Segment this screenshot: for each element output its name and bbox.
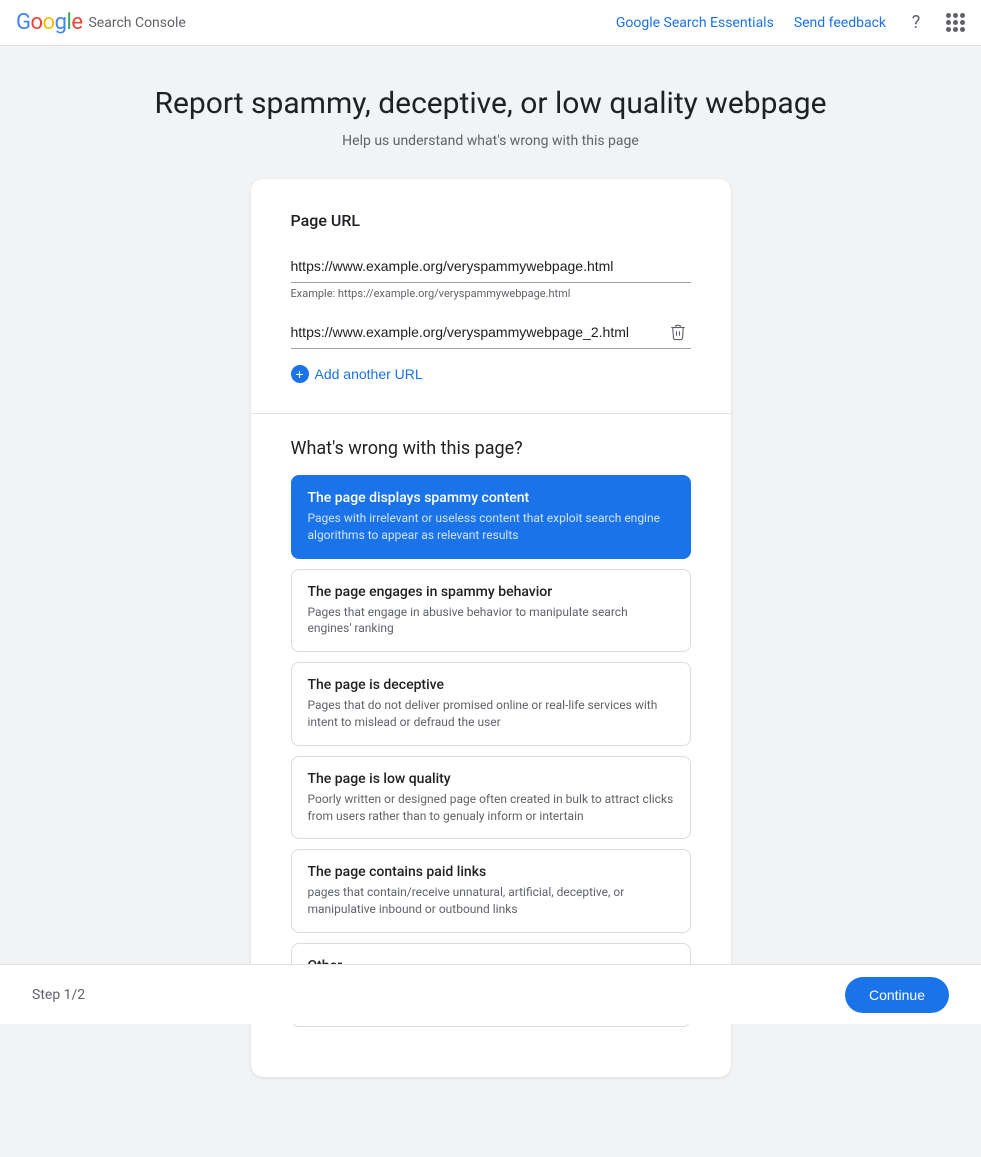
url-input-1-wrapper: [291, 250, 691, 283]
url-example-text: Example: https://example.org/veryspammyw…: [291, 287, 691, 300]
google-search-essentials-link[interactable]: Google Search Essentials: [616, 15, 774, 31]
header: Google Search Console Google Search Esse…: [0, 0, 981, 46]
help-icon[interactable]: ?: [906, 13, 926, 33]
product-name: Search Console: [88, 15, 185, 31]
page-title: Report spammy, deceptive, or low quality…: [155, 86, 827, 121]
option-paid-links[interactable]: The page contains paid links pages that …: [291, 849, 691, 933]
option-deceptive[interactable]: The page is deceptive Pages that do not …: [291, 662, 691, 746]
google-wordmark: Google: [16, 10, 82, 35]
url-input-1[interactable]: [291, 250, 691, 283]
footer: Step 1/2 Continue: [0, 964, 981, 1024]
add-url-button[interactable]: + Add another URL: [291, 365, 423, 383]
option-title-low-quality: The page is low quality: [308, 771, 674, 787]
option-title-paid-links: The page contains paid links: [308, 864, 674, 880]
option-title-spammy-behavior: The page engages in spammy behavior: [308, 584, 674, 600]
step-label: Step 1/2: [32, 987, 85, 1003]
add-icon: +: [291, 365, 309, 383]
options-list: The page displays spammy content Pages w…: [291, 475, 691, 1027]
option-low-quality[interactable]: The page is low quality Poorly written o…: [291, 756, 691, 840]
page-url-label: Page URL: [291, 211, 691, 230]
page-subtitle: Help us understand what's wrong with thi…: [342, 133, 639, 149]
form-card: Page URL Example: https://example.org/ve…: [251, 179, 731, 1077]
add-url-label: Add another URL: [315, 366, 423, 382]
option-desc-low-quality: Poorly written or designed page often cr…: [308, 791, 674, 825]
option-spammy-content[interactable]: The page displays spammy content Pages w…: [291, 475, 691, 559]
option-spammy-behavior[interactable]: The page engages in spammy behavior Page…: [291, 569, 691, 653]
logo: Google Search Console: [16, 10, 186, 35]
continue-button[interactable]: Continue: [845, 977, 949, 1013]
apps-icon[interactable]: [946, 13, 965, 32]
url-field-2: [291, 316, 691, 349]
option-desc-spammy-content: Pages with irrelevant or useless content…: [308, 510, 674, 544]
option-title-deceptive: The page is deceptive: [308, 677, 674, 693]
trash-icon: [669, 322, 687, 342]
section-divider: [251, 413, 731, 414]
header-nav: Google Search Essentials Send feedback ?: [616, 13, 965, 33]
delete-url-button[interactable]: [665, 318, 691, 346]
url-input-2[interactable]: [291, 316, 665, 348]
option-title-spammy-content: The page displays spammy content: [308, 490, 674, 506]
url-field-1: Example: https://example.org/veryspammyw…: [291, 250, 691, 300]
send-feedback-link[interactable]: Send feedback: [794, 15, 886, 31]
option-desc-deceptive: Pages that do not deliver promised onlin…: [308, 697, 674, 731]
option-desc-spammy-behavior: Pages that engage in abusive behavior to…: [308, 604, 674, 638]
option-desc-paid-links: pages that contain/receive unnatural, ar…: [308, 884, 674, 918]
wrong-section-title: What's wrong with this page?: [291, 438, 691, 459]
